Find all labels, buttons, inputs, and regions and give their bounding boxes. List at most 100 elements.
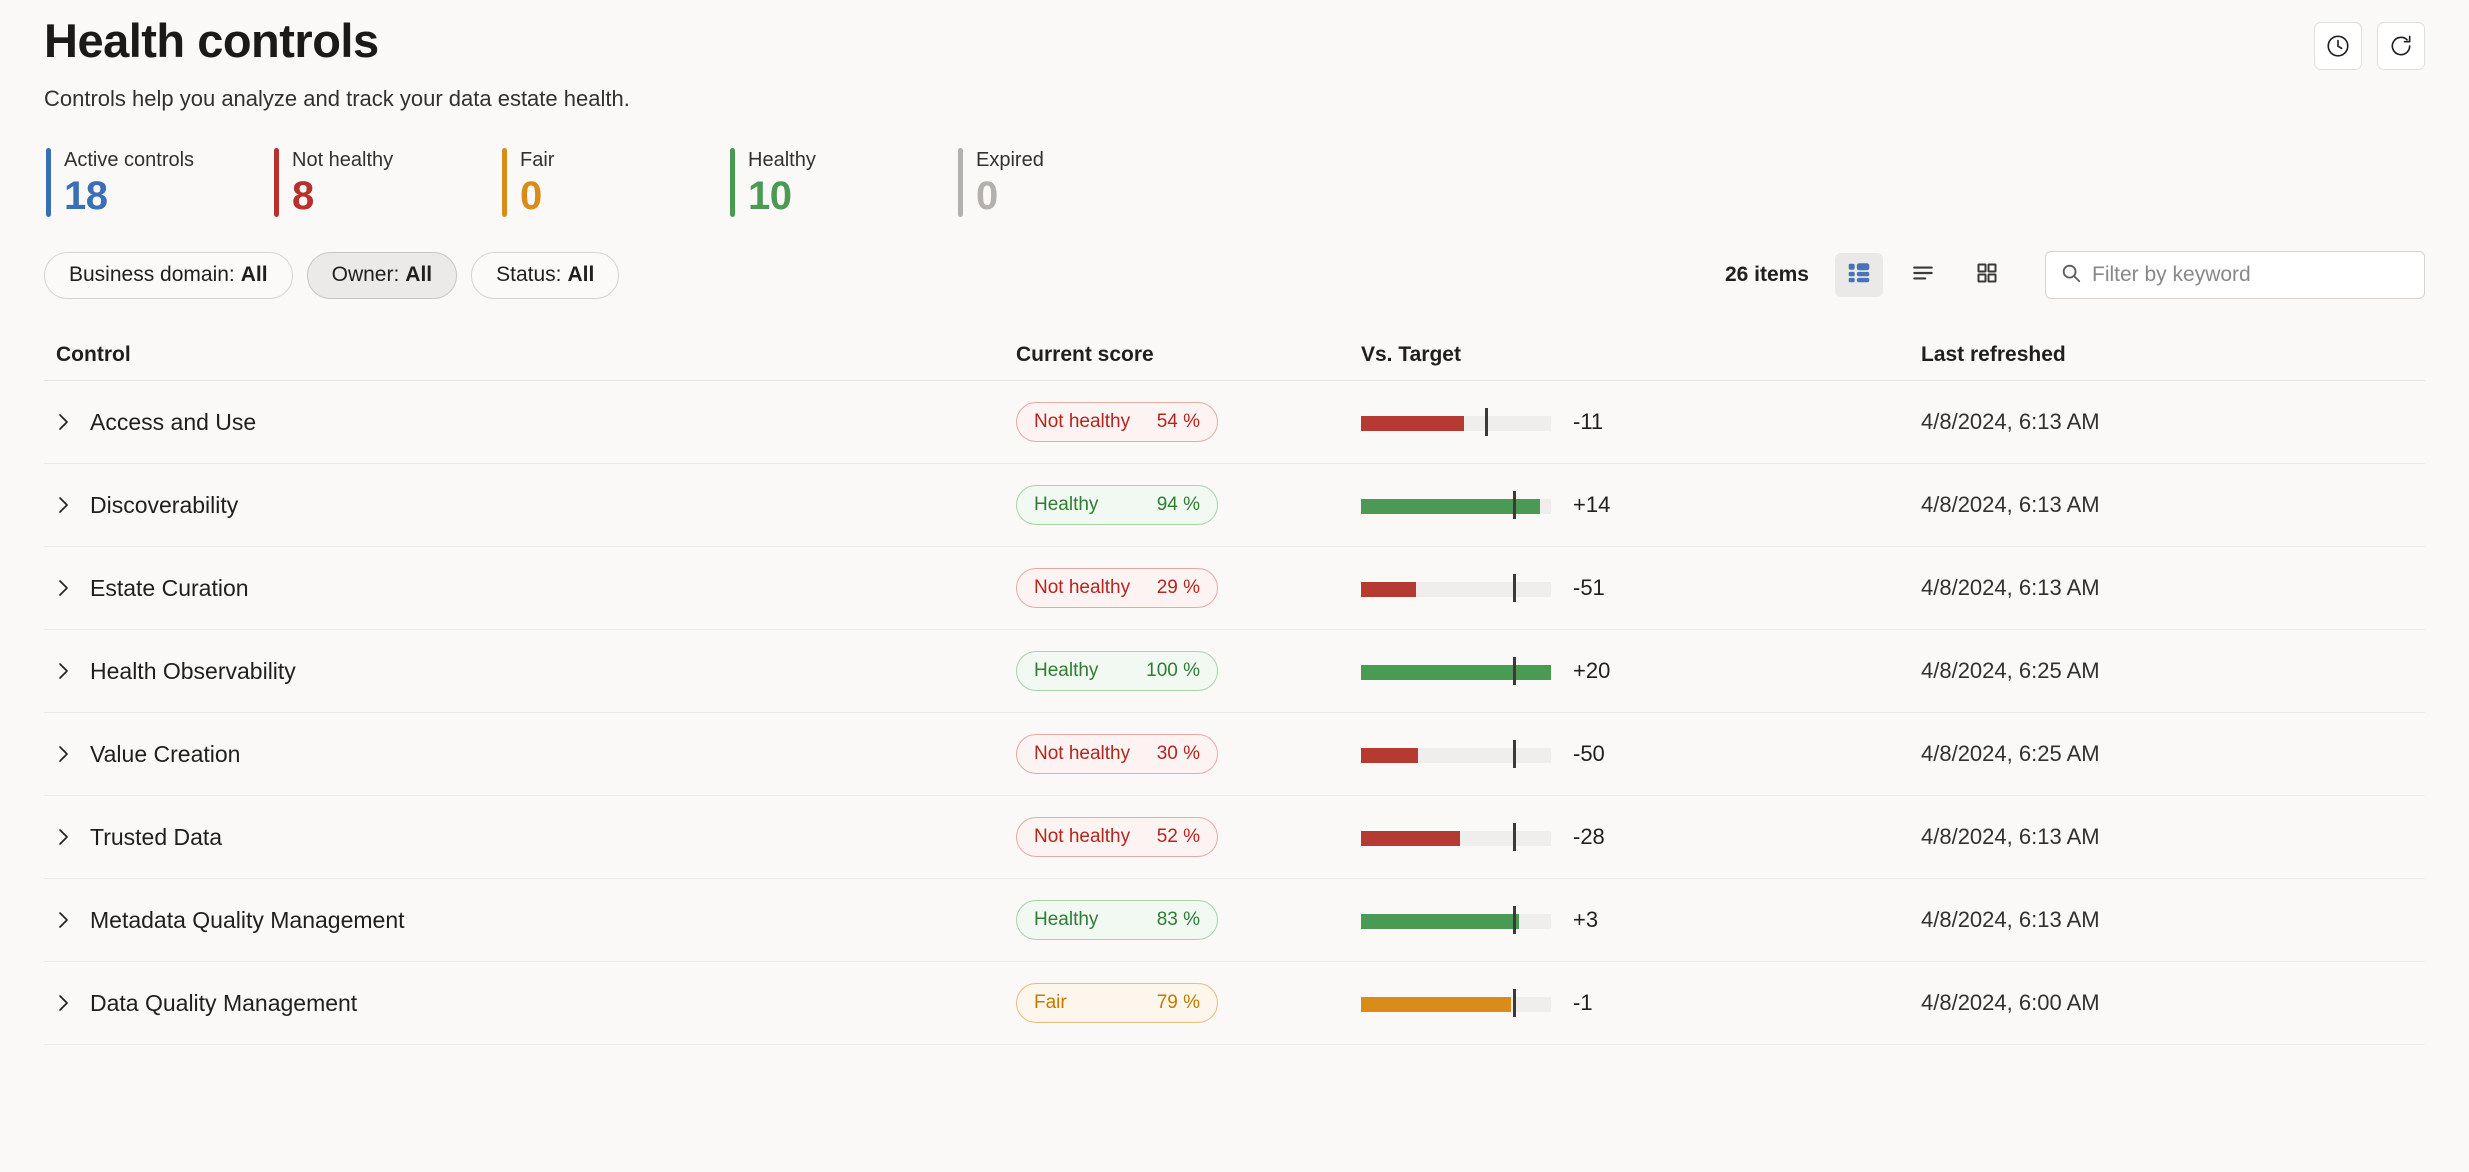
score-cell: Not healthy 30 % [1016, 734, 1361, 775]
bar-fill [1361, 914, 1519, 930]
filter-chip-status[interactable]: Status: All [471, 251, 620, 299]
table-row[interactable]: Access and Use Not healthy 54 % -11 4/8/2024… [44, 381, 2425, 465]
target-marker [1513, 989, 1516, 1018]
stat-active-controls[interactable]: Active controls 18 [46, 148, 274, 219]
vs-target-bar [1361, 574, 1551, 603]
vs-target-bar [1361, 657, 1551, 686]
target-cell: -28 [1361, 823, 1921, 852]
control-cell: Trusted Data [56, 824, 1016, 851]
column-header-score[interactable]: Current score [1016, 343, 1361, 367]
control-name: Data Quality Management [90, 989, 358, 1016]
status-label: Not healthy [1034, 411, 1131, 433]
stat-accent-bar [274, 148, 279, 218]
tile-view-button[interactable] [1963, 253, 2011, 297]
controls-table: Control Current score Vs. Target Last re… [44, 329, 2425, 1046]
target-marker [1513, 906, 1516, 935]
table-view-button[interactable] [1835, 253, 1883, 298]
chip-label: Owner: [331, 263, 400, 287]
history-button[interactable] [2314, 22, 2362, 70]
table-row[interactable]: Discoverability Healthy 94 % +14 4/8/2024, 6… [44, 464, 2425, 548]
expand-chevron-icon[interactable] [56, 743, 82, 765]
last-refreshed-cell: 4/8/2024, 6:25 AM [1921, 741, 2100, 767]
bar-fill [1361, 997, 1512, 1013]
target-marker [1513, 657, 1516, 686]
delta-value: -50 [1573, 741, 1605, 767]
header-actions [2314, 14, 2425, 70]
status-percent: 29 % [1156, 577, 1200, 599]
status-percent: 52 % [1156, 826, 1200, 848]
column-header-refreshed[interactable]: Last refreshed [1921, 343, 2413, 367]
status-percent: 83 % [1156, 909, 1200, 931]
column-header-target[interactable]: Vs. Target [1361, 343, 1921, 367]
column-header-control[interactable]: Control [56, 343, 1016, 367]
control-cell: Data Quality Management [56, 990, 1016, 1017]
chip-value: All [405, 263, 433, 287]
target-marker [1513, 740, 1516, 769]
table-row[interactable]: Value Creation Not healthy 30 % -50 4/8/2024… [44, 713, 2425, 797]
status-percent: 30 % [1156, 743, 1200, 765]
control-cell: Health Observability [56, 658, 1016, 685]
control-name: Trusted Data [90, 823, 223, 850]
status-label: Healthy [1034, 660, 1099, 682]
expand-chevron-icon[interactable] [56, 660, 82, 682]
table-row[interactable]: Estate Curation Not healthy 29 % -51 4/8/202… [44, 547, 2425, 631]
expand-chevron-icon[interactable] [56, 411, 82, 433]
search-icon [2060, 262, 2092, 289]
expand-chevron-icon[interactable] [56, 826, 82, 848]
status-label: Not healthy [1034, 743, 1131, 765]
tile-view-icon [1975, 261, 1999, 290]
expand-chevron-icon[interactable] [56, 909, 82, 931]
control-cell: Discoverability [56, 492, 1016, 519]
bar-fill [1361, 748, 1418, 764]
filter-chip-business-domain[interactable]: Business domain: All [44, 251, 293, 299]
control-cell: Access and Use [56, 409, 1016, 436]
table-row[interactable]: Metadata Quality Management Healthy 83 % +3… [44, 879, 2425, 963]
last-refreshed-cell: 4/8/2024, 6:25 AM [1921, 658, 2100, 684]
stat-value: 0 [520, 174, 542, 219]
target-marker [1513, 574, 1516, 603]
stat-label: Healthy [748, 149, 816, 172]
target-cell: +20 [1361, 657, 1921, 686]
status-badge: Not healthy 29 % [1016, 568, 1218, 609]
status-badge: Healthy 100 % [1016, 651, 1218, 692]
stat-fair[interactable]: Fair 0 [502, 148, 730, 219]
stat-value: 0 [976, 174, 998, 219]
score-cell: Not healthy 29 % [1016, 568, 1361, 609]
expand-chevron-icon[interactable] [56, 577, 82, 599]
table-row[interactable]: Trusted Data Not healthy 52 % -28 4/8/2024, … [44, 796, 2425, 880]
last-refreshed-cell: 4/8/2024, 6:13 AM [1921, 575, 2100, 601]
table-header-row: Control Current score Vs. Target Last re… [44, 329, 2425, 382]
last-refreshed-cell: 4/8/2024, 6:13 AM [1921, 492, 2100, 518]
search-box[interactable] [2045, 251, 2425, 300]
delta-value: -1 [1573, 990, 1593, 1016]
control-name: Health Observability [90, 657, 296, 684]
expand-chevron-icon[interactable] [56, 992, 82, 1014]
vs-target-bar [1361, 989, 1551, 1018]
delta-value: -28 [1573, 824, 1605, 850]
stat-not-healthy[interactable]: Not healthy 8 [274, 148, 502, 219]
filter-chip-owner[interactable]: Owner: All [306, 251, 458, 299]
last-refreshed-cell: 4/8/2024, 6:13 AM [1921, 907, 2100, 933]
refresh-button[interactable] [2377, 22, 2425, 70]
stat-value: 8 [292, 174, 314, 219]
delta-value: -11 [1573, 409, 1604, 435]
last-refreshed-cell: 4/8/2024, 6:00 AM [1921, 990, 2100, 1016]
status-badge: Healthy 83 % [1016, 900, 1218, 941]
stat-healthy[interactable]: Healthy 10 [730, 148, 958, 219]
target-marker [1513, 491, 1516, 520]
list-view-button[interactable] [1899, 253, 1947, 297]
last-refreshed-cell: 4/8/2024, 6:13 AM [1921, 409, 2100, 435]
control-name: Discoverability [90, 491, 239, 518]
status-label: Not healthy [1034, 826, 1131, 848]
status-badge: Fair 79 % [1016, 983, 1218, 1024]
item-count: 26 items [1724, 263, 1809, 287]
stat-value: 18 [64, 174, 108, 219]
stat-value: 10 [748, 174, 792, 219]
search-input[interactable] [2092, 263, 2410, 288]
table-row[interactable]: Data Quality Management Fair 79 % -1 4/8/202… [44, 962, 2425, 1046]
stat-expired[interactable]: Expired 0 [958, 148, 1186, 219]
expand-chevron-icon[interactable] [56, 494, 82, 516]
table-row[interactable]: Health Observability Healthy 100 % +20 4/8/2… [44, 630, 2425, 714]
health-controls-page: Health controls Controls help you analyz… [0, 0, 2469, 1172]
bar-fill [1361, 665, 1551, 681]
